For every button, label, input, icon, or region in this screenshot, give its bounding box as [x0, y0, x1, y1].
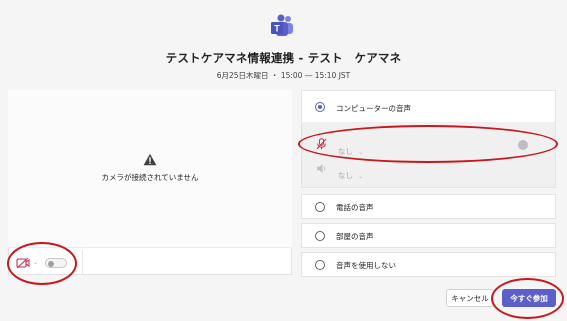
- video-preview: [8, 90, 292, 248]
- no-audio-radio[interactable]: [315, 260, 325, 270]
- no-audio-label: 音声を使用しない: [336, 261, 396, 270]
- camera-status-message: カメラが接続されていません: [101, 173, 199, 182]
- speaker-value: なし: [338, 171, 353, 180]
- room-audio-radio[interactable]: [315, 231, 325, 241]
- camera-options-chevron-down-icon[interactable]: ⌄: [33, 259, 38, 266]
- phone-audio-radio[interactable]: [315, 202, 325, 212]
- audio-option-none[interactable]: 音声を使用しない: [301, 252, 556, 277]
- audio-option-phone[interactable]: 電話の音声: [301, 194, 556, 219]
- microphone-chevron-down-icon: ⌄: [358, 149, 364, 156]
- audio-option-computer[interactable]: コンピューターの音声: [301, 90, 556, 123]
- warning-icon: [143, 153, 157, 166]
- speaker-icon: [317, 164, 326, 173]
- microphone-select[interactable]: なし ⌄: [338, 139, 363, 158]
- meeting-time: 6月25日木曜日 ・ 15:00 ― 15:10 JST: [216, 71, 351, 80]
- meeting-title: テストケアマネ情報連携 - テスト ケアマネ: [165, 51, 402, 65]
- camera-off-icon[interactable]: [16, 257, 30, 269]
- cancel-button[interactable]: キャンセル: [446, 289, 494, 307]
- video-toggle-knob: [48, 260, 54, 267]
- mic-level-toggle[interactable]: [518, 140, 528, 150]
- teams-logo-icon: T: [271, 14, 293, 36]
- video-toggle[interactable]: [45, 258, 67, 268]
- room-audio-label: 部屋の音声: [336, 232, 374, 241]
- phone-audio-label: 電話の音声: [336, 203, 374, 212]
- audio-option-room[interactable]: 部屋の音声: [301, 223, 556, 248]
- computer-audio-label: コンピューターの音声: [336, 104, 411, 113]
- mic-off-icon[interactable]: [316, 138, 327, 150]
- speaker-select[interactable]: なし ⌄: [338, 163, 363, 182]
- computer-audio-radio[interactable]: [315, 102, 325, 112]
- microphone-value: なし: [338, 147, 353, 156]
- speaker-chevron-down-icon: ⌄: [358, 173, 364, 180]
- join-now-button[interactable]: 今すぐ参加: [502, 289, 556, 307]
- svg-text:T: T: [274, 24, 280, 34]
